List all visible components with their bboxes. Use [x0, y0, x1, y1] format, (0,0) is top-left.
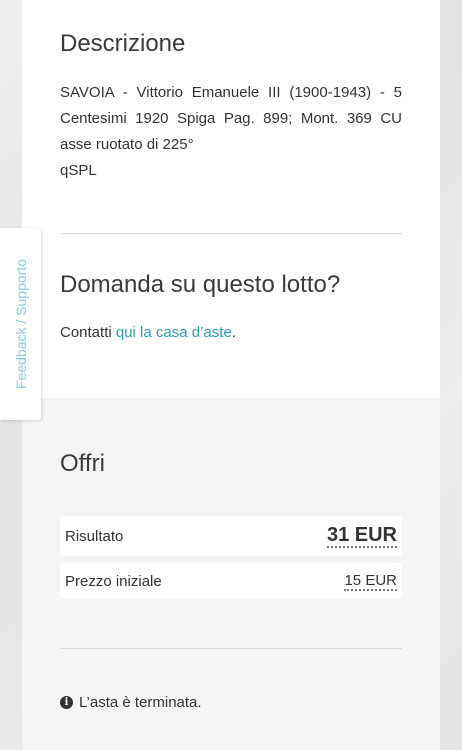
result-value[interactable]: 31 EUR: [326, 524, 397, 548]
feedback-support-tab[interactable]: Feedback / Supporto: [0, 228, 41, 420]
contact-prefix: Contatti: [60, 324, 116, 341]
question-title: Domanda su questo lotto?: [60, 271, 341, 298]
divider: [60, 648, 402, 649]
start-price-label: Prezzo iniziale: [65, 572, 162, 590]
info-icon: i: [60, 696, 73, 709]
description-text: SAVOIA - Vittorio Emanuele III (1900-194…: [60, 80, 402, 184]
contact-suffix: .: [231, 324, 236, 341]
offer-title: Offri: [60, 450, 105, 477]
description-grade: qSPL: [60, 162, 97, 179]
result-label: Risultato: [65, 527, 124, 545]
page: Descrizione SAVOIA - Vittorio Emanuele I…: [0, 0, 462, 750]
description-line: SAVOIA - Vittorio Emanuele III (1900-194…: [60, 84, 402, 153]
result-row: Risultato 31 EUR: [60, 516, 402, 556]
contact-line: Contatti qui la casa d’aste.: [60, 324, 236, 341]
auction-house-link[interactable]: qui la casa d’aste: [116, 324, 232, 341]
divider: [60, 233, 402, 234]
lot-details-card: Descrizione SAVOIA - Vittorio Emanuele I…: [22, 0, 440, 398]
auction-status-text: L’asta è terminata.: [79, 694, 202, 711]
description-title: Descrizione: [60, 30, 186, 57]
feedback-support-label: Feedback / Supporto: [12, 259, 29, 389]
start-price-row: Prezzo iniziale 15 EUR: [60, 563, 402, 599]
offer-card: Offri Risultato 31 EUR Prezzo iniziale 1…: [22, 398, 440, 750]
start-price-value[interactable]: 15 EUR: [344, 572, 397, 591]
auction-status: i L’asta è terminata.: [60, 694, 202, 711]
